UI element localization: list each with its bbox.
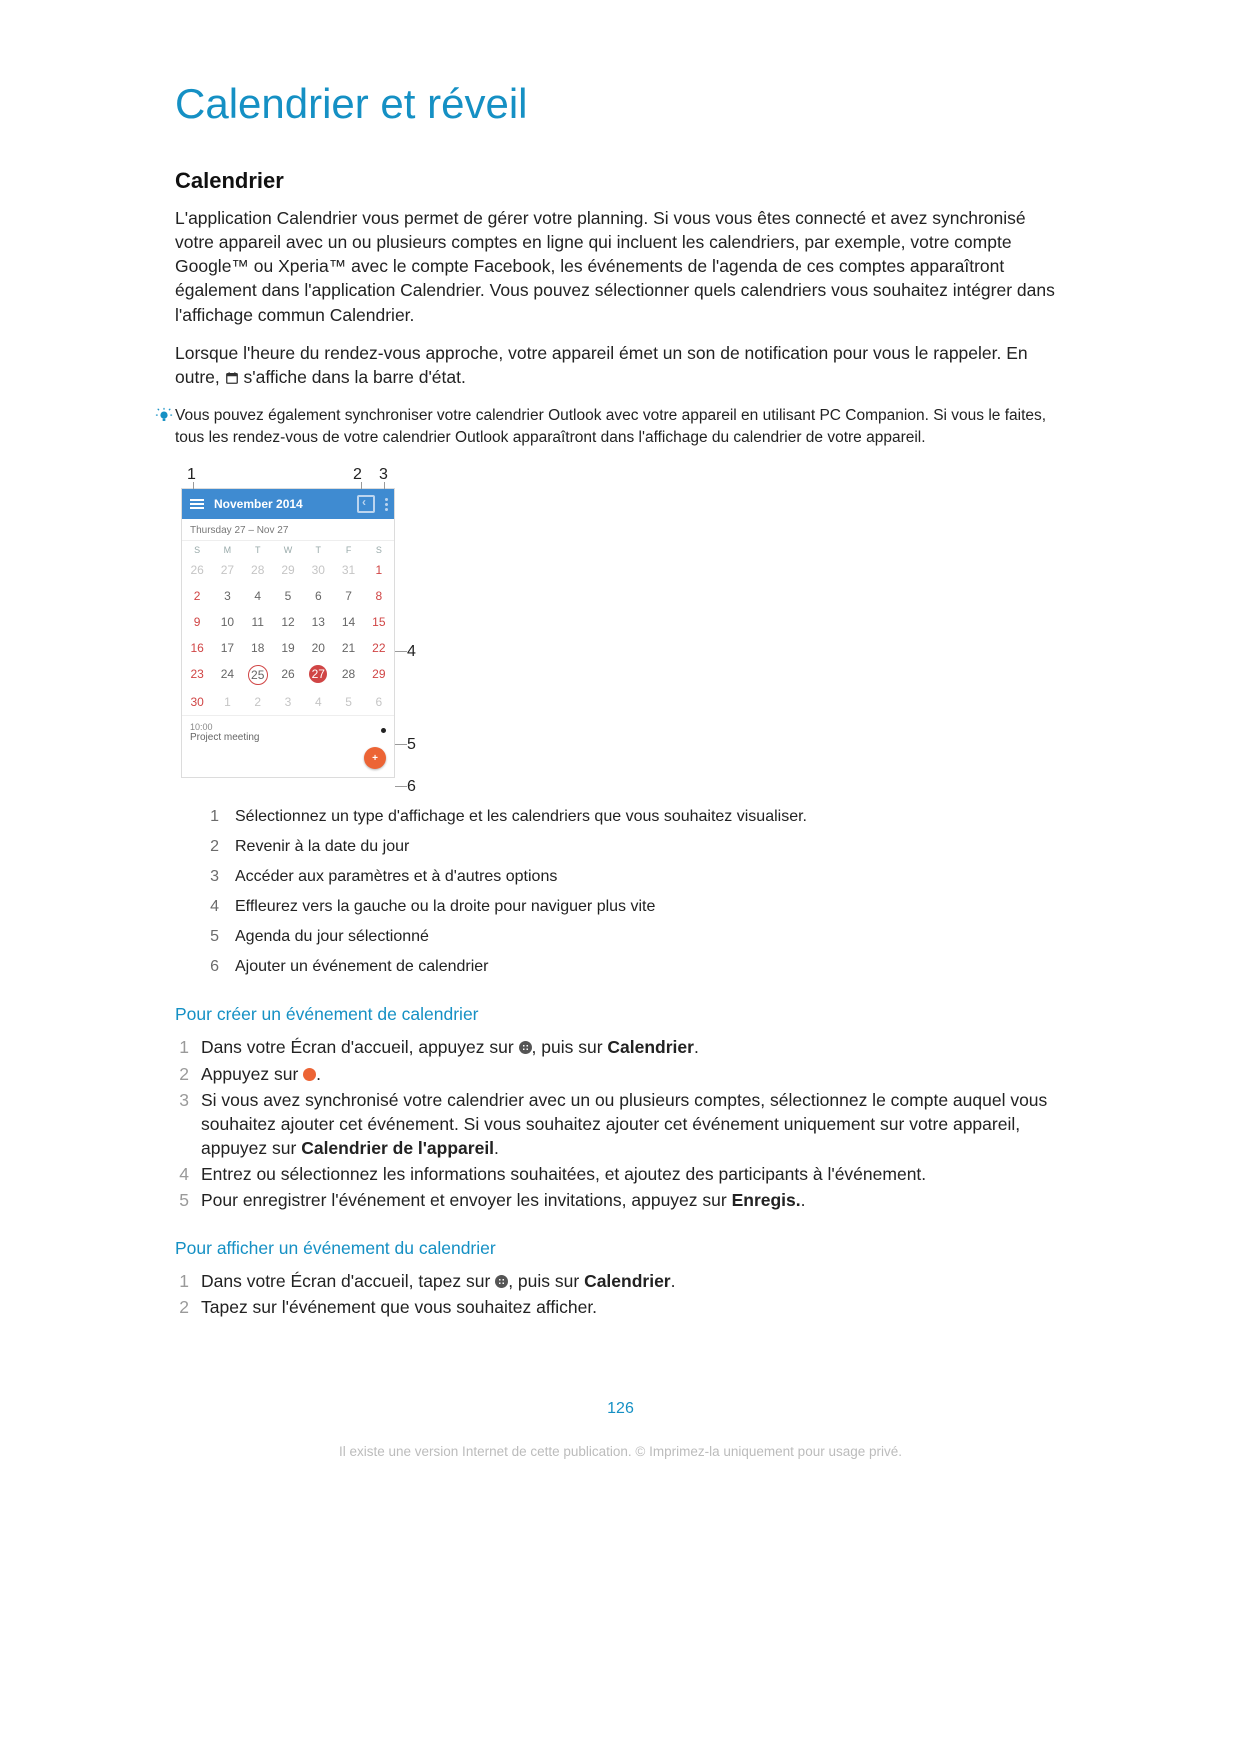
- callout-label: 4: [407, 643, 416, 661]
- text: Dans votre Écran d'accueil, appuyez sur: [201, 1037, 519, 1057]
- callout-label: 6: [407, 778, 416, 796]
- paragraph-intro: L'application Calendrier vous permet de …: [175, 206, 1066, 327]
- text: Enregis.: [732, 1190, 801, 1210]
- more-icon[interactable]: [385, 498, 388, 511]
- callout-tick: [395, 744, 407, 745]
- steps-create-event: 1Dans votre Écran d'accueil, appuyez sur…: [175, 1035, 1066, 1212]
- apps-icon: [495, 1275, 508, 1288]
- add-event-fab[interactable]: +: [364, 747, 386, 769]
- text: , puis sur: [508, 1271, 584, 1291]
- text: .: [671, 1271, 676, 1291]
- agenda-time: 10:00: [190, 722, 386, 732]
- text: Dans votre Écran d'accueil, tapez sur: [201, 1271, 495, 1291]
- hint-text: Vous pouvez également synchroniser votre…: [175, 405, 1066, 448]
- subsection-heading: Pour afficher un événement du calendrier: [175, 1238, 1066, 1259]
- apps-icon: [519, 1041, 532, 1054]
- text: Tapez sur l'événement que vous souhaitez…: [201, 1295, 597, 1319]
- selected-day-label: Thursday 27 – Nov 27: [182, 519, 394, 541]
- paragraph-notification: Lorsque l'heure du rendez-vous approche,…: [175, 341, 1066, 391]
- calendar-month-label[interactable]: November 2014: [214, 497, 303, 511]
- agenda-area[interactable]: 10:00 Project meeting +: [182, 715, 394, 777]
- calendar-icon: [225, 367, 239, 391]
- text: .: [694, 1037, 699, 1057]
- text: Pour enregistrer l'événement et envoyer …: [201, 1190, 732, 1210]
- footer-text: Il existe une version Internet de cette …: [175, 1444, 1066, 1459]
- text: .: [316, 1064, 321, 1084]
- calendar-weekdays: SMTWTFS: [182, 541, 394, 557]
- menu-icon[interactable]: [190, 499, 204, 509]
- text: s'affiche dans la barre d'état.: [244, 367, 466, 387]
- text: .: [801, 1190, 806, 1210]
- today-icon[interactable]: [357, 495, 375, 513]
- add-icon: [303, 1068, 316, 1081]
- text: .: [494, 1138, 499, 1158]
- text: Calendrier de l'appareil: [301, 1138, 494, 1158]
- section-heading: Calendrier: [175, 168, 1066, 194]
- text: Entrez ou sélectionnez les informations …: [201, 1162, 926, 1186]
- callout-tick: [395, 651, 407, 652]
- text: Appuyez sur: [201, 1064, 303, 1084]
- text: , puis sur: [532, 1037, 608, 1057]
- callout-tick: [395, 786, 407, 787]
- steps-view-event: 1Dans votre Écran d'accueil, tapez sur ,…: [175, 1269, 1066, 1319]
- text: Calendrier: [584, 1271, 671, 1291]
- lightbulb-icon: [153, 405, 175, 430]
- callout-label: 5: [407, 736, 416, 754]
- calendar-screenshot: 1 2 3 4 5 6 November 2014 Thursday 27 – …: [181, 488, 1066, 778]
- page-title: Calendrier et réveil: [175, 80, 1066, 128]
- calendar-grid[interactable]: 2627282930311234567891011121314151617181…: [182, 557, 394, 715]
- text: Calendrier: [607, 1037, 694, 1057]
- subsection-heading: Pour créer un événement de calendrier: [175, 1004, 1066, 1025]
- agenda-title: Project meeting: [190, 732, 386, 743]
- page-number: 126: [175, 1400, 1066, 1418]
- callout-legend: 1Sélectionnez un type d'affichage et les…: [205, 808, 1066, 976]
- callout-label: 1: [187, 466, 196, 484]
